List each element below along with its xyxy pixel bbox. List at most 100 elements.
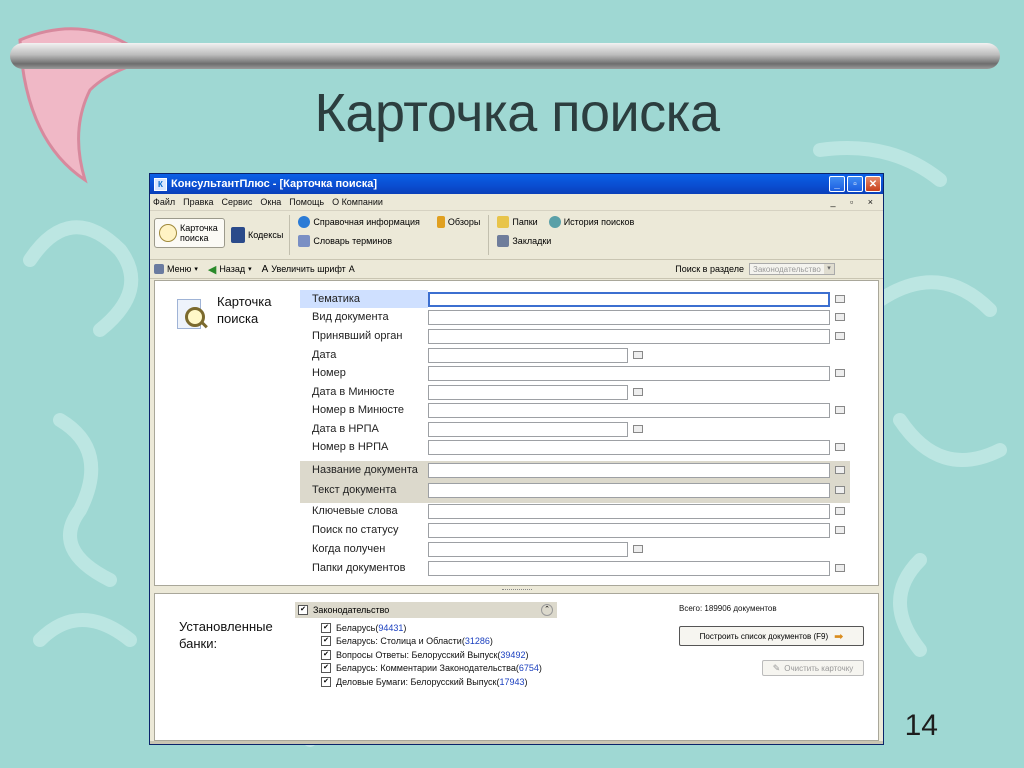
dictionary-picker-icon[interactable] (835, 332, 845, 340)
build-list-button[interactable]: Построить список документов (F9) ➡ (679, 626, 864, 646)
back-button[interactable]: ◀ Назад ▾ (208, 263, 252, 276)
search-field-input[interactable] (428, 503, 830, 519)
bank-count[interactable]: 31286 (465, 636, 490, 646)
search-field-label[interactable]: Ключевые слова (300, 502, 428, 520)
search-field-input[interactable] (428, 462, 830, 478)
search-field-label[interactable]: Дата (300, 346, 428, 364)
mdi-controls[interactable]: _ ▫ × (831, 197, 879, 207)
slide-title: Карточка поиска (314, 83, 720, 143)
dictionary-picker-icon[interactable] (633, 388, 643, 396)
search-field-input[interactable] (428, 541, 628, 557)
menu-service[interactable]: Сервис (222, 197, 253, 207)
search-field-input[interactable] (428, 560, 830, 576)
search-field-label[interactable]: Название документа (300, 461, 428, 479)
search-field-input[interactable] (428, 421, 628, 437)
search-field-input[interactable] (428, 365, 830, 381)
minimize-button[interactable]: _ (829, 176, 845, 192)
bank-name: Беларусь: Комментарии Законодательства (336, 663, 516, 673)
search-field-input[interactable] (428, 328, 830, 344)
bank-count[interactable]: 39492 (500, 650, 525, 660)
search-field-input[interactable] (428, 402, 830, 418)
menu-dropdown-button[interactable]: Меню ▾ (154, 264, 198, 274)
maximize-button[interactable]: ▫ (847, 176, 863, 192)
dictionary-picker-icon[interactable] (835, 564, 845, 572)
dictionary-picker-icon[interactable] (633, 351, 643, 359)
installed-banks-panel: Установленные банки: ✔ Законодательство … (154, 593, 879, 741)
bank-item[interactable]: ✔ Беларусь (94431) (321, 621, 406, 634)
search-field-label[interactable]: Когда получен (300, 540, 428, 558)
reviews-label[interactable]: Обзоры (448, 217, 480, 227)
search-field-row: Дата в Минюсте (300, 383, 643, 401)
search-history-label[interactable]: История поисков (564, 217, 635, 227)
menu-help[interactable]: Помощь (289, 197, 324, 207)
dictionary-picker-icon[interactable] (835, 486, 845, 494)
bank-checkbox[interactable]: ✔ (321, 622, 331, 633)
section-select[interactable]: Законодательство ▾ (749, 263, 835, 275)
menu-file[interactable]: Файл (153, 197, 175, 207)
bank-item[interactable]: ✔ Беларусь: Столица и Области (31286) (321, 635, 493, 648)
search-field-input[interactable] (428, 347, 628, 363)
bank-item[interactable]: ✔ Беларусь: Комментарии Законодательства … (321, 662, 542, 675)
dictionary-picker-icon[interactable] (835, 369, 845, 377)
search-field-label[interactable]: Дата в НРПА (300, 420, 428, 438)
search-card-icon (175, 293, 208, 331)
font-decrease-icon[interactable]: A (349, 264, 355, 274)
clear-card-button[interactable]: ✎ Очистить карточку (762, 660, 864, 676)
search-field-row: Дата в НРПА (300, 420, 643, 438)
search-field-label[interactable]: Вид документа (300, 308, 428, 326)
panel-splitter[interactable] (154, 588, 879, 592)
search-field-label[interactable]: Текст документа (300, 481, 428, 499)
search-field-label[interactable]: Дата в Минюсте (300, 383, 428, 401)
bank-group-label: Законодательство (313, 605, 390, 615)
dictionary-picker-icon[interactable] (835, 313, 845, 321)
search-field-input[interactable] (428, 291, 830, 307)
search-field-label[interactable]: Номер в Минюсте (300, 401, 428, 419)
bank-count[interactable]: 6754 (519, 663, 539, 673)
dictionary-picker-icon[interactable] (633, 545, 643, 553)
reference-info-button[interactable]: Справочная информация Обзоры (298, 216, 480, 228)
search-field-input[interactable] (428, 384, 628, 400)
bank-checkbox[interactable]: ✔ (321, 636, 331, 646)
search-field-input[interactable] (428, 482, 830, 498)
codes-button[interactable]: Кодексы (231, 211, 283, 259)
search-field-label[interactable]: Папки документов (300, 559, 428, 577)
dictionary-picker-icon[interactable] (835, 526, 845, 534)
search-field-label[interactable]: Номер (300, 364, 428, 382)
close-button[interactable]: ✕ (865, 176, 881, 192)
bank-count[interactable]: 94431 (378, 623, 403, 633)
search-field-row: Номер (300, 364, 845, 382)
menu-edit[interactable]: Правка (183, 197, 213, 207)
zoom-font-button[interactable]: A Увеличить шрифт A (262, 264, 355, 275)
bank-item[interactable]: ✔ Вопросы Ответы: Белорусский Выпуск (394… (321, 648, 528, 661)
dictionary-picker-icon[interactable] (835, 406, 845, 414)
term-dictionary-button[interactable]: Словарь терминов (298, 235, 480, 247)
window-titlebar[interactable]: К КонсультантПлюс - [Карточка поиска] _ … (150, 174, 883, 194)
search-field-label[interactable]: Тематика (300, 290, 428, 308)
menu-windows[interactable]: Окна (260, 197, 281, 207)
bank-group-header[interactable]: ✔ Законодательство ⌃ (295, 602, 557, 618)
bookmarks-button[interactable]: Закладки (497, 235, 634, 247)
bank-checkbox[interactable]: ✔ (321, 649, 331, 660)
search-card-button[interactable]: Карточка поиска (154, 218, 225, 248)
dictionary-picker-icon[interactable] (835, 295, 845, 303)
dictionary-picker-icon[interactable] (835, 466, 845, 474)
bank-checkbox[interactable]: ✔ (321, 676, 331, 687)
search-field-input[interactable] (428, 439, 830, 455)
search-field-input[interactable] (428, 522, 830, 538)
dictionary-picker-icon[interactable] (633, 425, 643, 433)
search-field-row: Дата (300, 346, 643, 364)
bank-item[interactable]: ✔ Деловые Бумаги: Белорусский Выпуск (179… (321, 675, 528, 688)
search-field-label[interactable]: Поиск по статусу (300, 521, 428, 539)
bank-count[interactable]: 17943 (499, 677, 524, 687)
bank-checkbox[interactable]: ✔ (321, 663, 331, 673)
search-field-label[interactable]: Принявший орган (300, 327, 428, 345)
font-size-icon: A (261, 263, 269, 275)
folders-button[interactable]: Папки История поисков (497, 216, 635, 228)
menu-about[interactable]: О Компании (332, 197, 383, 207)
search-field-input[interactable] (428, 309, 830, 325)
dictionary-picker-icon[interactable] (835, 507, 845, 515)
dictionary-picker-icon[interactable] (835, 443, 845, 451)
bank-group-checkbox[interactable]: ✔ (298, 605, 308, 615)
search-field-label[interactable]: Номер в НРПА (300, 438, 428, 456)
collapse-icon[interactable]: ⌃ (541, 604, 553, 616)
